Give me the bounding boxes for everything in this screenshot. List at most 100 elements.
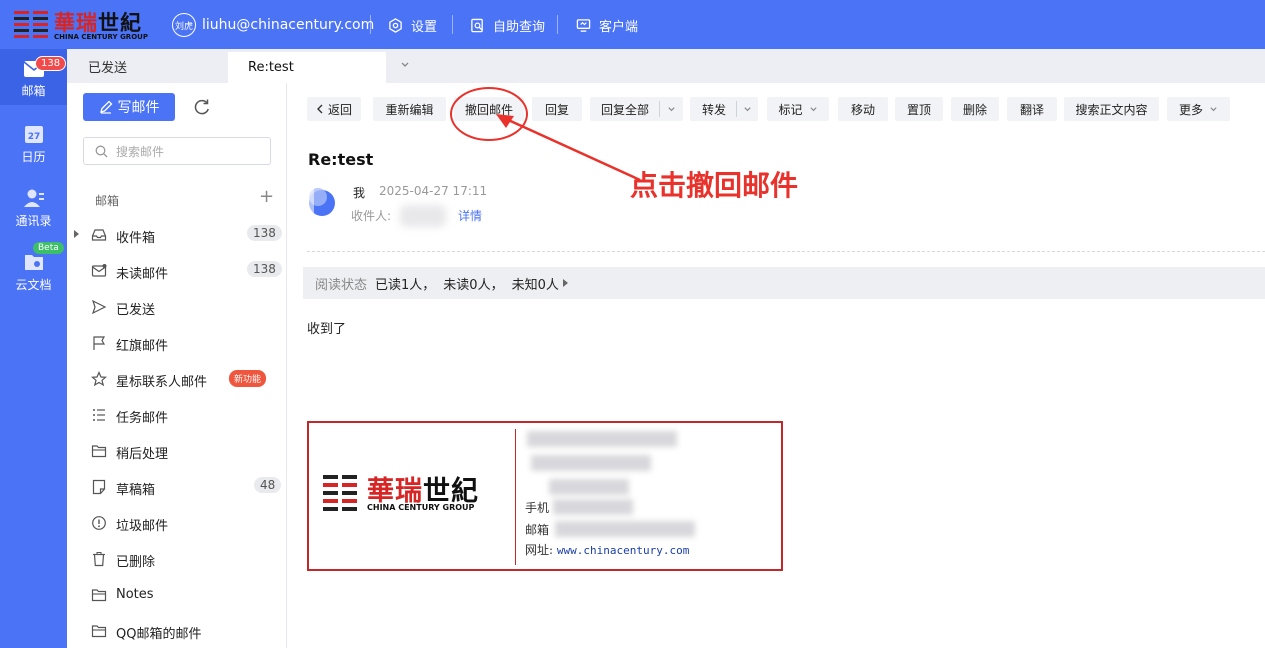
refresh-icon — [194, 99, 209, 115]
move-button[interactable]: 移动 — [838, 97, 888, 121]
folder-label: 已删除 — [116, 555, 156, 570]
folder-panel: 写邮件 搜索邮件 邮箱 + 收件箱 138 未读邮件 138 已发送 红旗邮件 … — [67, 83, 287, 648]
chevron-down-icon[interactable] — [667, 105, 676, 114]
folder-label: 未读邮件 — [116, 267, 169, 282]
nav-contacts[interactable]: 通讯录 — [0, 177, 67, 233]
compose-button[interactable]: 写邮件 — [83, 93, 175, 121]
folder-sent[interactable]: 已发送 — [67, 289, 287, 325]
beta-badge: Beta — [33, 242, 64, 254]
redacted-email — [555, 521, 695, 537]
chevron-down-icon — [401, 62, 409, 67]
refresh-button[interactable] — [191, 96, 213, 118]
signature-divider — [515, 429, 516, 565]
calendar-icon: 27 — [24, 126, 43, 143]
task-list-icon — [93, 409, 105, 421]
trash-icon — [93, 552, 105, 567]
contacts-icon — [23, 189, 44, 207]
monitor-icon — [576, 18, 591, 32]
folder-notes[interactable]: Notes — [67, 577, 287, 613]
forward-button[interactable]: 转发 — [690, 97, 758, 121]
folder-inbox[interactable]: 收件箱 138 — [67, 217, 287, 253]
tab-sent[interactable]: 已发送 — [67, 49, 227, 83]
add-folder-button[interactable]: + — [259, 186, 274, 207]
delete-button[interactable]: 删除 — [951, 97, 999, 121]
user-account[interactable]: 刘虎 liuhu@chinacentury.com — [172, 12, 374, 38]
details-link[interactable]: 详情 — [458, 207, 482, 224]
signature-web-link[interactable]: www.chinacentury.com — [557, 544, 689, 557]
folder-later[interactable]: 稍后处理 — [67, 433, 287, 469]
sender-name[interactable]: 我 — [353, 184, 365, 201]
folder-label: 收件箱 — [116, 231, 156, 246]
folder-drafts[interactable]: 草稿箱 48 — [67, 469, 287, 505]
sender-avatar[interactable] — [302, 183, 338, 219]
folder-flagged[interactable]: 红旗邮件 — [67, 325, 287, 361]
divider — [370, 15, 371, 34]
folder-icon — [91, 625, 107, 638]
signature-phone-label: 手机 — [525, 501, 550, 515]
gear-icon — [389, 17, 402, 33]
search-icon — [95, 145, 108, 157]
compose-label: 写邮件 — [117, 100, 160, 116]
tab-list-dropdown[interactable] — [400, 60, 414, 74]
self-service-link[interactable]: 自助查询 — [470, 15, 545, 35]
tab-bar: 已发送 Re:test — [67, 49, 1265, 83]
header-divider — [307, 251, 1265, 252]
folder-label: 草稿箱 — [116, 483, 156, 498]
folder-starred-contacts[interactable]: 星标联系人邮件 新功能 — [67, 361, 287, 397]
nav-cloud-docs-label: 云文档 — [15, 278, 52, 292]
mail-subject: Re:test — [308, 150, 374, 169]
read-count: 已读1人， — [375, 277, 436, 293]
read-status-label: 阅读状态 — [315, 277, 368, 293]
flag-icon — [93, 336, 106, 350]
folder-deleted[interactable]: 已删除 — [67, 541, 287, 577]
folder-qq-mail[interactable]: QQ邮箱的邮件 — [67, 613, 287, 648]
spam-icon — [92, 516, 106, 530]
folder-spam[interactable]: 垃圾邮件 — [67, 505, 287, 541]
more-dropdown-button[interactable]: 更多 — [1167, 97, 1230, 121]
settings-link[interactable]: 设置 — [388, 15, 437, 35]
tab-current-mail[interactable]: Re:test — [228, 52, 386, 83]
folder-icon — [91, 589, 107, 602]
folder-icon — [91, 445, 107, 458]
new-feature-badge: 新功能 — [229, 370, 267, 387]
nav-calendar[interactable]: 27 日历 — [0, 113, 67, 169]
expand-arrow-icon[interactable] — [562, 279, 568, 287]
folder-label: 任务邮件 — [116, 411, 169, 426]
annotation-text: 点击撤回邮件 — [630, 169, 799, 202]
chevron-down-icon[interactable] — [743, 105, 752, 114]
client-link[interactable]: 客户端 — [576, 15, 638, 35]
nav-mail[interactable]: 邮箱 138 — [0, 49, 67, 105]
folder-label: 垃圾邮件 — [116, 519, 169, 534]
mark-label: 标记 — [778, 102, 803, 117]
self-service-label: 自助查询 — [493, 19, 546, 35]
annotation-arrow-icon — [496, 114, 641, 182]
mailbox-section-label: 邮箱 — [95, 194, 120, 208]
pin-button[interactable]: 置顶 — [895, 97, 943, 121]
folder-label: 红旗邮件 — [116, 339, 169, 354]
recipient-label: 收件人: — [351, 209, 392, 223]
nav-contacts-label: 通讯录 — [15, 214, 52, 228]
folder-label: Notes — [116, 587, 154, 602]
send-icon — [91, 299, 107, 315]
back-button[interactable]: 返回 — [307, 97, 361, 121]
reedit-button[interactable]: 重新编辑 — [373, 97, 446, 121]
draft-icon — [92, 479, 106, 495]
folder-count-badge: 48 — [254, 477, 282, 493]
signature-logo-english: CHINA CENTURY GROUP — [367, 503, 475, 512]
read-status-bar[interactable]: 阅读状态 已读1人， 未读0人， 未知0人 — [303, 267, 1265, 299]
logo-english-name: CHINA CENTURY GROUP — [54, 33, 148, 41]
mark-dropdown-button[interactable]: 标记 — [767, 97, 829, 121]
chevron-left-icon — [316, 104, 323, 114]
nav-calendar-label: 日历 — [21, 150, 46, 164]
search-body-button[interactable]: 搜索正文内容 — [1064, 97, 1159, 121]
top-bar: 華瑞世紀 CHINA CENTURY GROUP 刘虎 liuhu@chinac… — [0, 0, 1265, 49]
company-logo[interactable]: 華瑞世紀 CHINA CENTURY GROUP — [14, 9, 154, 41]
folder-unread[interactable]: 未读邮件 138 — [67, 253, 287, 289]
translate-button[interactable]: 翻译 — [1007, 97, 1057, 121]
redacted-name — [527, 431, 677, 447]
expand-caret-icon[interactable] — [74, 230, 79, 238]
mail-search-input[interactable]: 搜索邮件 — [83, 137, 271, 165]
signature-web-row: 网址: www.chinacentury.com — [525, 541, 689, 558]
folder-tasks[interactable]: 任务邮件 — [67, 397, 287, 433]
signature-email-label: 邮箱 — [525, 523, 550, 537]
